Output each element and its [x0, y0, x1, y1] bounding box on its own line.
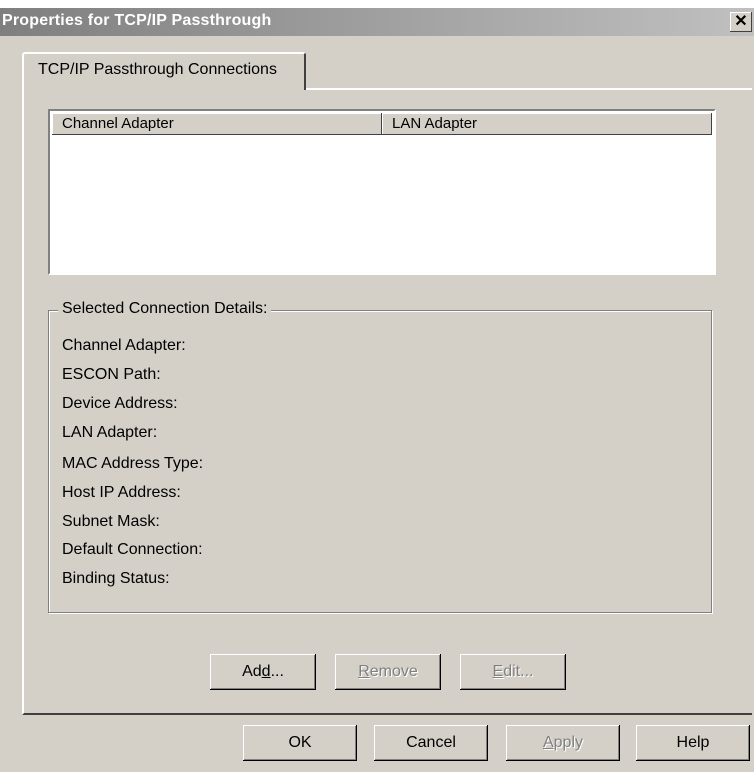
connection-details-legend: Selected Connection Details: — [58, 300, 272, 318]
column-header-channel-adapter[interactable]: Channel Adapter — [52, 113, 382, 135]
close-button[interactable]: ✕ — [730, 12, 752, 32]
close-icon: ✕ — [734, 13, 748, 30]
ok-button[interactable]: OK — [243, 725, 357, 761]
detail-binding-status-label: Binding Status: — [62, 570, 170, 587]
detail-subnet-mask-label: Subnet Mask: — [62, 513, 160, 530]
detail-channel-adapter-label: Channel Adapter: — [62, 337, 186, 354]
column-header-lan-adapter[interactable]: LAN Adapter — [382, 113, 712, 135]
window-title: Properties for TCP/IP Passthrough — [2, 12, 272, 29]
remove-button[interactable]: Remove — [335, 654, 441, 690]
connections-list[interactable]: Channel Adapter LAN Adapter — [48, 109, 716, 275]
help-button[interactable]: Help — [636, 725, 750, 761]
add-button[interactable]: Add... — [210, 654, 316, 690]
tab-label: TCP/IP Passthrough Connections — [38, 61, 277, 78]
title-bar: Properties for TCP/IP Passthrough ✕ — [0, 8, 754, 36]
tab-tcpip-passthrough-connections[interactable]: TCP/IP Passthrough Connections — [22, 52, 306, 90]
detail-mac-address-type-label: MAC Address Type: — [62, 455, 204, 472]
cancel-button[interactable]: Cancel — [374, 725, 488, 761]
edit-button[interactable]: Edit... — [460, 654, 566, 690]
detail-lan-adapter-label: LAN Adapter: — [62, 424, 158, 441]
detail-escon-path-label: ESCON Path: — [62, 366, 161, 383]
apply-button[interactable]: Apply — [506, 725, 620, 761]
detail-default-connection-label: Default Connection: — [62, 541, 203, 558]
detail-host-ip-address-label: Host IP Address: — [62, 484, 181, 501]
detail-device-address-label: Device Address: — [62, 395, 178, 412]
